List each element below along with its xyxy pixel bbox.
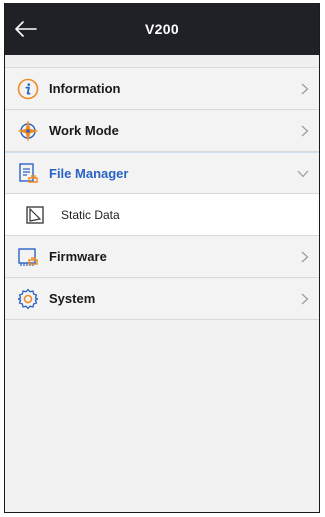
menu-item-label: Work Mode [49,123,119,138]
spacer [5,55,319,68]
menu-item-work-mode[interactable]: Work Mode [5,110,319,152]
chevron-right-icon [301,110,309,152]
file-manager-icon [17,162,39,184]
chevron-down-icon [297,153,309,195]
top-bar: V200 [5,3,319,55]
static-data-icon [25,205,45,225]
back-button[interactable] [15,3,51,55]
menu-item-system[interactable]: System [5,278,319,320]
menu-item-firmware[interactable]: Firmware [5,236,319,278]
submenu-item-static-data[interactable]: Static Data [5,194,319,236]
menu-item-file-manager[interactable]: File Manager [5,152,319,194]
menu-item-information[interactable]: Information [5,68,319,110]
compass-icon [17,120,39,142]
back-arrow-icon [15,21,37,37]
gear-icon [17,288,39,310]
chevron-right-icon [301,68,309,110]
page-title: V200 [145,21,179,37]
submenu-item-label: Static Data [61,207,120,222]
menu-item-label: System [49,291,96,306]
chevron-right-icon [301,236,309,278]
firmware-icon [17,246,39,268]
app-frame: V200 Information Work Mode File Manager … [4,3,320,513]
menu-item-label: Information [49,81,121,96]
info-icon [17,78,39,100]
menu-item-label: Firmware [49,249,107,264]
chevron-right-icon [301,278,309,320]
menu-item-label: File Manager [49,165,129,181]
menu-list: Information Work Mode File Manager Stati… [5,68,319,320]
